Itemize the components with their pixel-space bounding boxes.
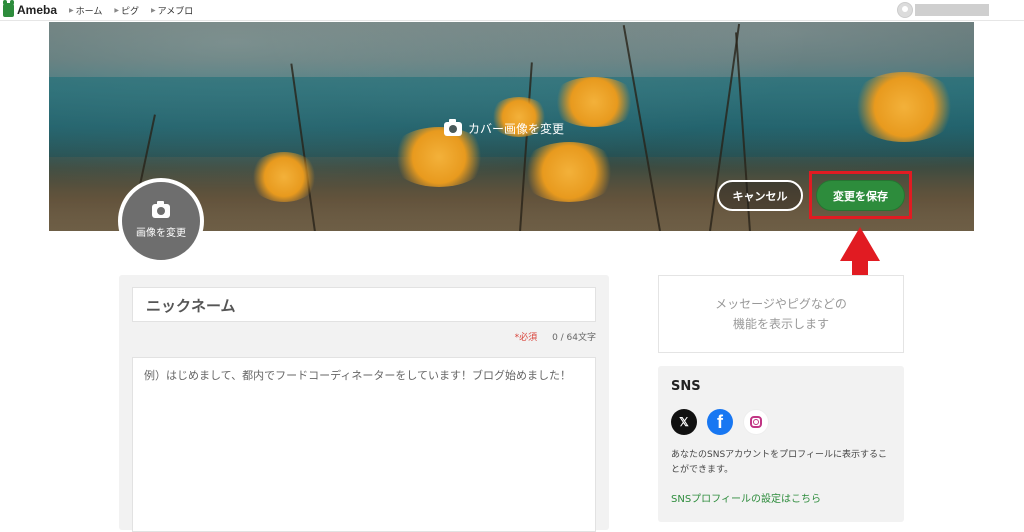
profile-avatar-change[interactable]: 画像を変更 bbox=[118, 178, 204, 264]
ameba-logo[interactable]: Ameba bbox=[3, 0, 58, 17]
nav-ameblo[interactable]: ▶ アメブロ bbox=[151, 4, 193, 17]
required-label: *必須 bbox=[514, 333, 538, 343]
nav-home-label: ホーム bbox=[75, 6, 103, 17]
triangle-icon: ▶ bbox=[69, 6, 74, 14]
triangle-icon: ▶ bbox=[151, 6, 156, 14]
nav-pigg[interactable]: ▶ ピグ bbox=[114, 4, 139, 17]
profile-edit-panel: ニックネーム *必須 0 / 64文字 例）はじめまして、都内でフードコーディネ… bbox=[119, 275, 609, 532]
message-line-2: 機能を表示します bbox=[732, 317, 829, 331]
save-changes-button[interactable]: 変更を保存 bbox=[816, 180, 905, 211]
sns-title: SNS bbox=[671, 379, 701, 394]
user-menu[interactable] bbox=[897, 2, 989, 18]
nav-home[interactable]: ▶ ホーム bbox=[69, 4, 102, 17]
cancel-button[interactable]: キャンセル bbox=[717, 180, 803, 211]
message-placeholder-box: メッセージやピグなどの 機能を表示します bbox=[658, 275, 904, 353]
sns-description: あなたのSNSアカウントをプロフィールに表示することができます。 bbox=[671, 450, 887, 475]
nickname-input[interactable]: ニックネーム bbox=[132, 287, 596, 322]
change-cover-label: カバー画像を変更 bbox=[468, 122, 565, 136]
instagram-icon[interactable] bbox=[743, 409, 769, 435]
brand-name: Ameba bbox=[17, 3, 58, 17]
char-count: 0 / 64文字 bbox=[552, 333, 596, 343]
username-redacted bbox=[915, 4, 989, 16]
avatar-change-label: 画像を変更 bbox=[136, 227, 186, 239]
sns-icon-list: 𝕏 f bbox=[671, 409, 891, 435]
facebook-icon[interactable]: f bbox=[707, 409, 733, 435]
bio-textarea[interactable]: 例）はじめまして、都内でフードコーディネーターをしています！ブログ始めました！ bbox=[132, 357, 596, 532]
camera-icon bbox=[152, 200, 170, 218]
change-cover-button[interactable]: カバー画像を変更 bbox=[444, 118, 565, 137]
ameba-logo-icon bbox=[3, 0, 14, 17]
nickname-counter: *必須 0 / 64文字 bbox=[515, 330, 596, 343]
nav-pigg-label: ピグ bbox=[121, 6, 140, 17]
triangle-icon: ▶ bbox=[114, 6, 119, 14]
x-icon[interactable]: 𝕏 bbox=[671, 409, 697, 435]
sns-panel: SNS 𝕏 f あなたのSNSアカウントをプロフィールに表示することができます。… bbox=[658, 366, 904, 522]
user-avatar-icon bbox=[897, 2, 913, 18]
camera-icon bbox=[444, 118, 462, 136]
message-line-1: メッセージやピグなどの bbox=[715, 297, 847, 311]
nav-ameblo-label: アメブロ bbox=[157, 6, 194, 17]
top-navigation-bar: Ameba ▶ ホーム ▶ ピグ ▶ アメブロ bbox=[0, 0, 1024, 21]
sns-settings-link[interactable]: SNSプロフィールの設定はこちら bbox=[671, 490, 891, 505]
